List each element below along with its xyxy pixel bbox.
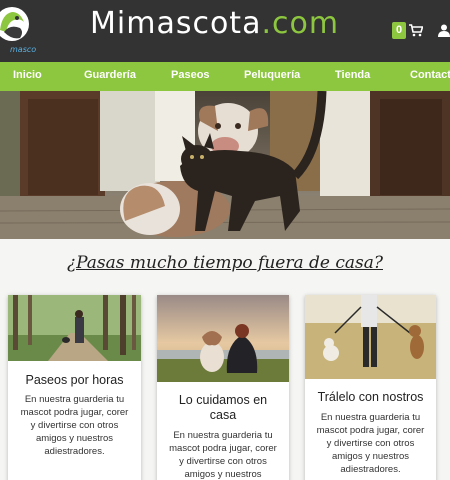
card-title: Trálelo con nostros <box>317 390 424 404</box>
site-title-main: Mimascota <box>90 6 262 41</box>
hero-image <box>0 91 450 239</box>
nav-item-tienda[interactable]: Tienda <box>335 69 370 81</box>
site-header: mascota Mimascota.com 0 <box>0 0 450 62</box>
service-card-tralelo-con-nostros[interactable]: Trálelo con nostros En nuestra guarderia… <box>305 295 436 480</box>
card-title-line: casa <box>209 408 237 422</box>
card-description: En nuestra guarderia tu mascot podra jug… <box>157 429 289 480</box>
card-text-line: En nuestra guarderia tu <box>24 394 125 405</box>
cart-count-badge: 0 <box>392 22 406 39</box>
nav-item-contacto[interactable]: Contacto <box>410 69 450 81</box>
card-text-line: mascot podra jugar, corer <box>316 425 425 436</box>
site-title[interactable]: Mimascota.com <box>90 6 339 41</box>
nav-item-paseos[interactable]: Paseos <box>171 69 210 81</box>
card-text-line: adiestradores. <box>340 464 401 475</box>
nav-item-peluqueria[interactable]: Peluquería <box>244 69 300 81</box>
card-text-line: En nuestra guarderia tu <box>173 430 273 441</box>
site-title-tld: .com <box>261 6 340 41</box>
main-nav: Inicio Guardería Paseos Peluquería Tiend… <box>0 62 450 91</box>
card-text-line: y divertirse con otros <box>30 420 119 431</box>
card-text-line: amigos y nuestros <box>35 433 114 444</box>
nav-item-inicio[interactable]: Inicio <box>13 69 42 81</box>
card-text-line: adiestradores. <box>44 446 105 457</box>
user-account-button[interactable] <box>438 22 450 41</box>
card-text-line: mascot podra jugar, corer <box>20 407 129 418</box>
card-text-line: amigos y nuestros <box>184 469 262 480</box>
svg-text:mascota: mascota <box>10 45 36 54</box>
cart-icon <box>409 24 423 37</box>
card-title: Lo cuidamos en casa <box>157 393 289 423</box>
site-logo[interactable]: mascota <box>0 4 44 54</box>
cart-button[interactable]: 0 <box>392 22 423 39</box>
card-text-line: amigos y nuestros <box>331 451 410 462</box>
card-image-dog-walker <box>305 295 436 379</box>
card-description: En nuestra guarderia tu mascot podra jug… <box>8 393 141 458</box>
section-headline: ¿Pasas mucho tiempo fuera de casa? <box>66 253 383 273</box>
card-image-forest-walk <box>8 295 141 361</box>
card-title-line: Lo cuidamos en <box>178 393 268 407</box>
nav-item-guarderia[interactable]: Guardería <box>84 69 136 81</box>
user-icon <box>438 24 450 37</box>
card-text-line: En nuestra guarderia tu <box>320 412 421 423</box>
card-image-sunset-pets <box>157 295 289 382</box>
card-text-line: y divertirse con otros <box>179 456 267 467</box>
card-text-line: mascot podra jugar, corer <box>169 443 277 454</box>
service-card-lo-cuidamos-en-casa[interactable]: Lo cuidamos en casa En nuestra guarderia… <box>157 295 289 480</box>
card-title: Paseos por horas <box>25 373 124 387</box>
service-card-paseos-por-horas[interactable]: Paseos por horas En nuestra guarderia tu… <box>8 295 141 480</box>
card-description: En nuestra guarderia tu mascot podra jug… <box>305 411 436 476</box>
card-text-line: y divertirse con otros <box>326 438 415 449</box>
